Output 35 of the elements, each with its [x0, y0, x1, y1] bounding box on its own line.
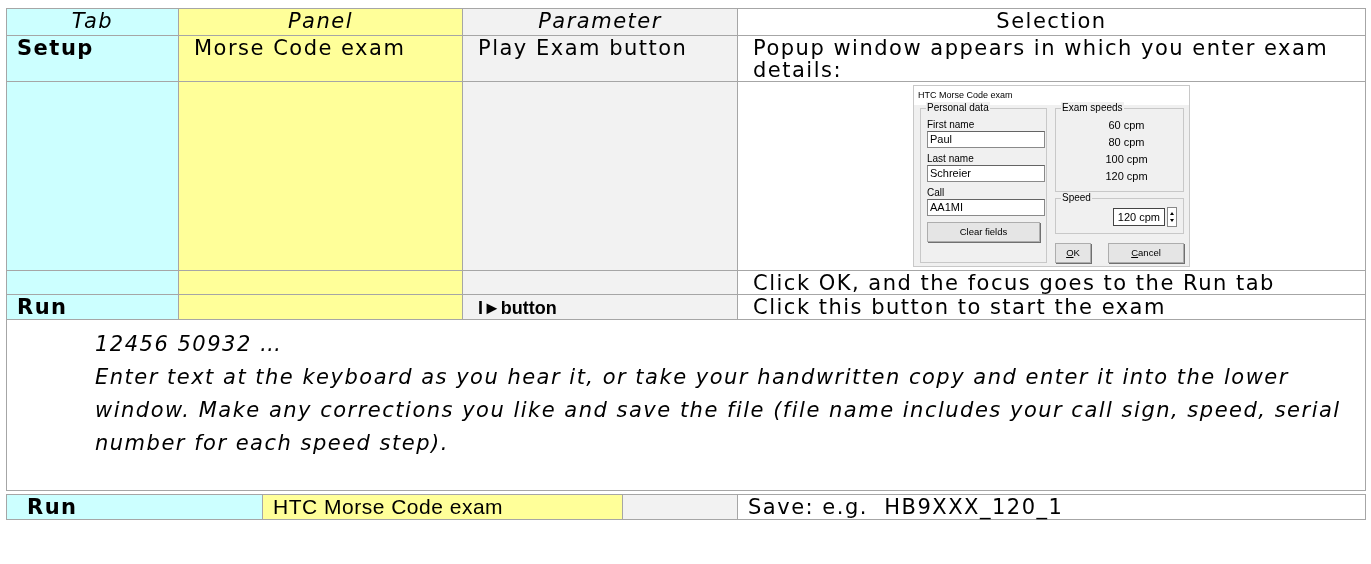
group-legend: Personal data [926, 102, 990, 114]
field-label: Last name [927, 153, 975, 165]
table-cell: Play Exam button [463, 36, 738, 82]
note-text: Enter text at the keyboard as you hear it, or take your handwritten copy and enter it into the lower window. Make any corrections you like and save the file (file name includes your call sign, speed, serial number for each speed step). [95, 364, 1342, 457]
table-cell: I►button [463, 295, 738, 320]
speed-item: 100 cpm [1105, 152, 1148, 167]
clear-fields-button[interactable]: Clear fields [927, 222, 1040, 242]
table-cell: Run [7, 295, 179, 320]
table-cell: Click OK, and the focus goes to the Run tab [738, 271, 1366, 295]
table-cell: Click this button to start the exam [738, 295, 1366, 320]
input-field[interactable]: AA1MI [927, 199, 1045, 216]
table-cell: Popup window appears in which you enter exam details: [738, 36, 1366, 82]
column-header: Parameter [463, 9, 738, 36]
dialog-button[interactable]: Cancel [1108, 243, 1184, 263]
speed-item: 60 cpm [1108, 118, 1145, 133]
input-field[interactable]: Paul [927, 131, 1045, 148]
table-cell: Morse Code exam [179, 36, 463, 82]
table-cell: Save: e.g. HB9XXX_120_1 [738, 495, 1366, 520]
field-label: Call [927, 187, 946, 199]
column-header: Tab [7, 9, 179, 36]
dialog-button[interactable]: OK [1055, 243, 1091, 263]
speed-item: 80 cpm [1108, 135, 1145, 150]
table-cell: Run [7, 495, 263, 520]
input-field[interactable]: Schreier [927, 165, 1045, 182]
field-label: First name [927, 119, 976, 131]
note-text: 12456 50932 … [95, 331, 284, 358]
table-cell: HTC Morse Code exam [263, 495, 623, 520]
group-legend: Speed [1061, 192, 1092, 204]
speed-field[interactable]: 120 cpm [1112, 208, 1165, 226]
column-header: Panel [179, 9, 463, 36]
spinner-icon[interactable] [1167, 207, 1177, 227]
group-legend: Exam speeds [1061, 102, 1124, 114]
table-cell: Setup [7, 36, 179, 82]
column-header: Selection [738, 9, 1366, 36]
speed-item: 120 cpm [1105, 169, 1148, 184]
